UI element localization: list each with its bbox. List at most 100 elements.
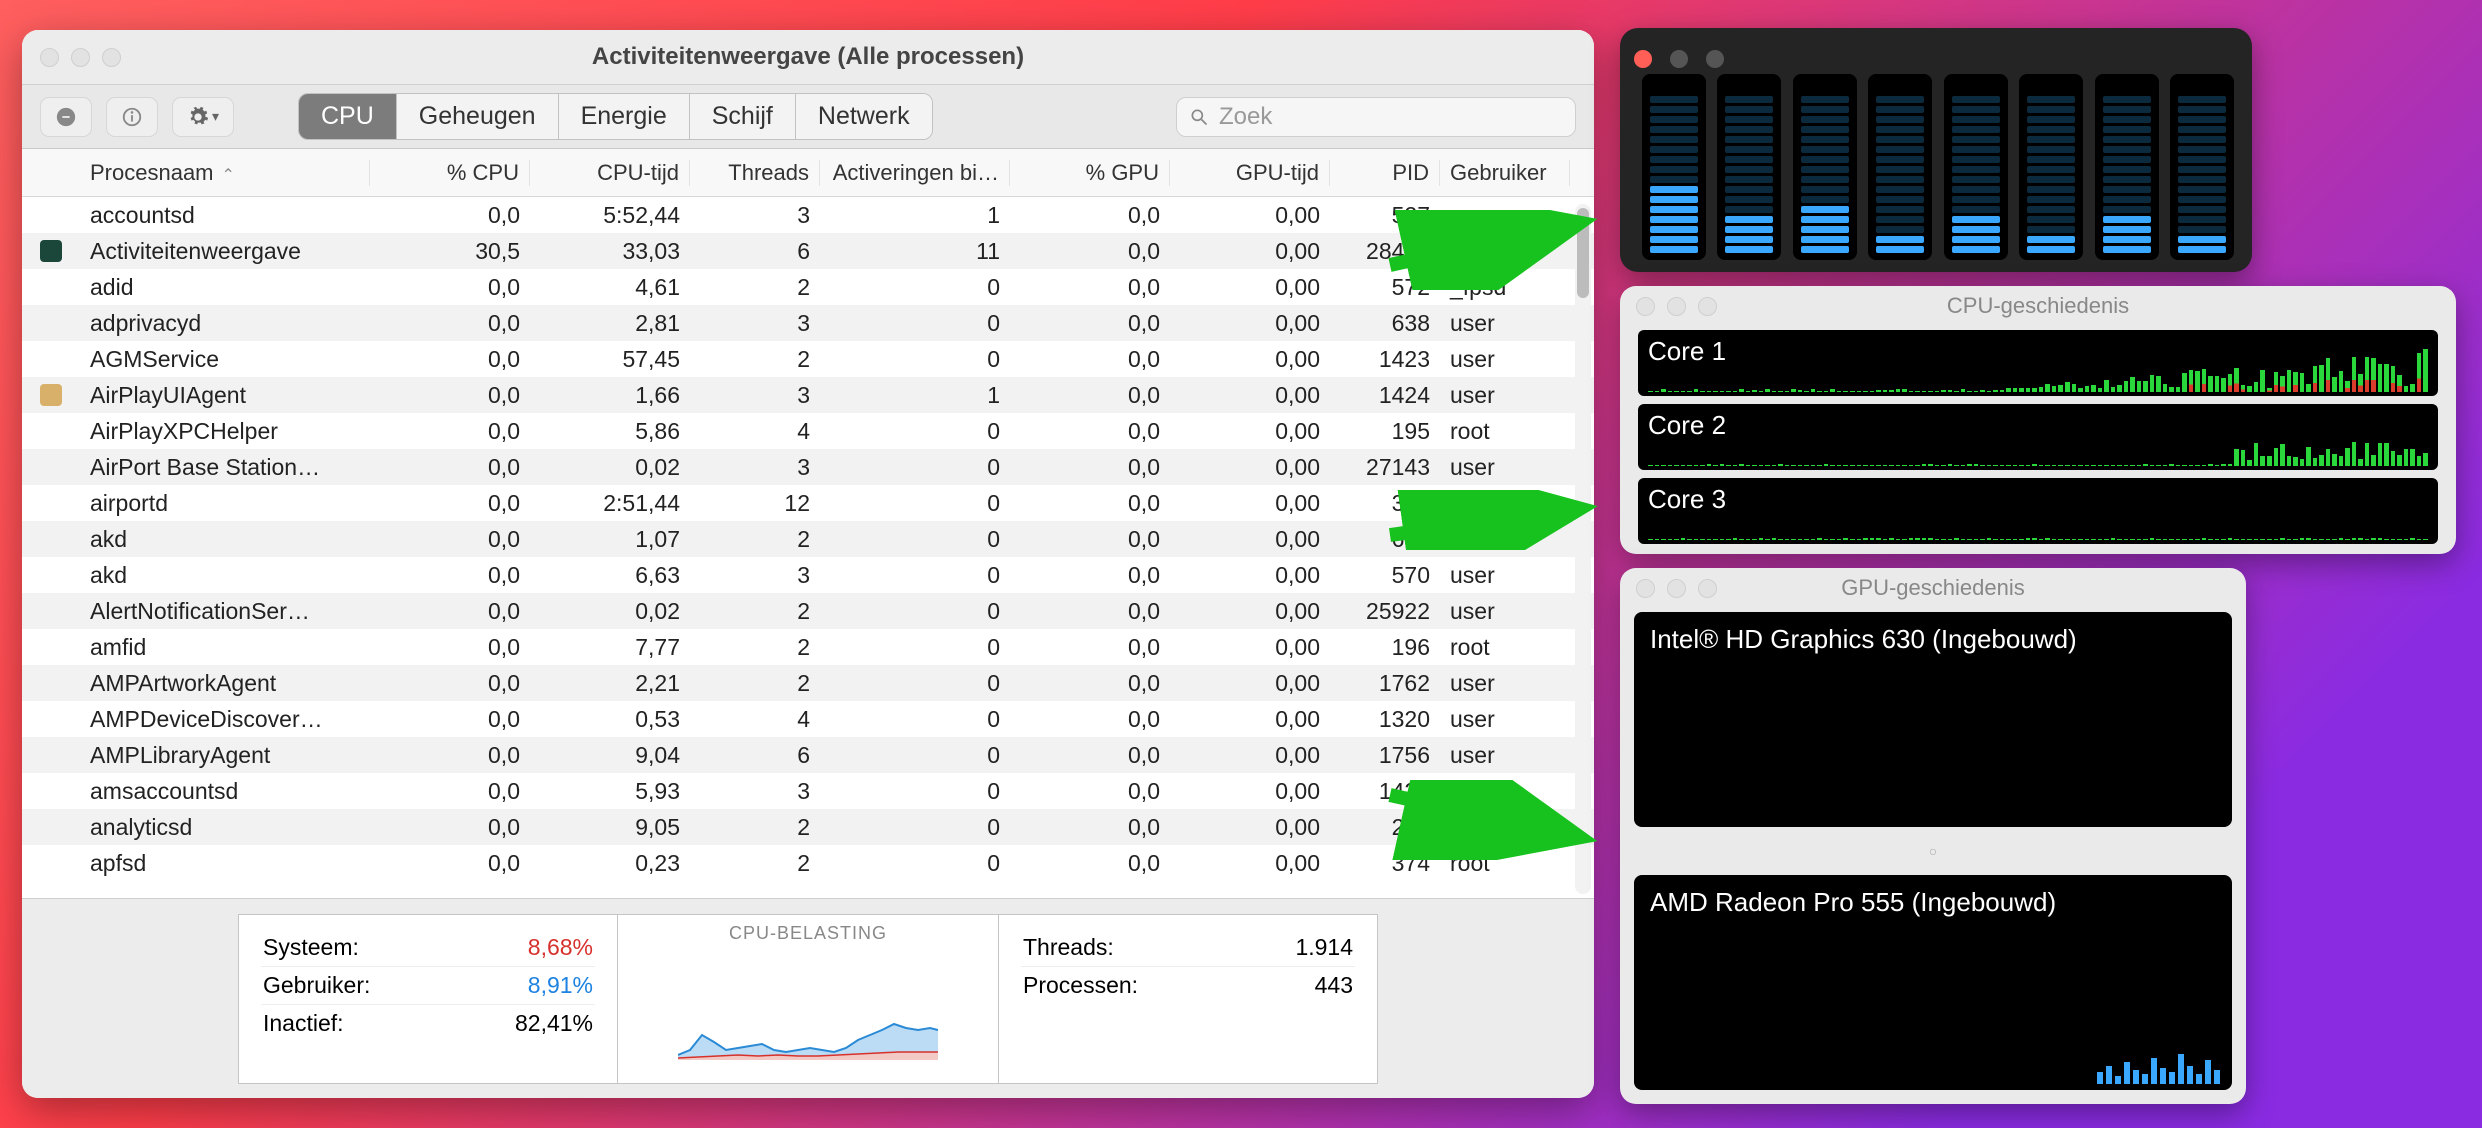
col-gpu[interactable]: % GPU [1010,160,1170,186]
col-user[interactable]: Gebruiker [1440,160,1570,186]
bar-segment [2027,186,2075,193]
process-table: Procesnaam⌃ % CPU CPU-tijd Threads Activ… [22,149,1594,898]
table-row[interactable]: AMPLibraryAgent0,09,04600,00,001756user [22,737,1594,773]
bar-segment [1876,246,1924,253]
tab-disk[interactable]: Schijf [690,94,796,139]
cell-pid: 196 [1330,634,1440,661]
table-row[interactable]: Activiteitenweergave30,533,036110,00,002… [22,233,1594,269]
col-gputime[interactable]: GPU-tijd [1170,160,1330,186]
bar-segment [1725,246,1773,253]
col-cpu[interactable]: % CPU [370,160,530,186]
col-processname[interactable]: Procesnaam⌃ [80,160,370,186]
table-row[interactable]: analyticsd0,09,05200,00,00243_analyticsd [22,809,1594,845]
cell-name: apfsd [80,850,370,877]
table-row[interactable]: amfid0,07,77200,00,00196root [22,629,1594,665]
cell-gputime: 0,00 [1170,634,1330,661]
cell-gpu: 0,0 [1010,382,1170,409]
minimize-icon[interactable] [1670,50,1688,68]
settings-menu-button[interactable]: ▾ [172,97,234,137]
cell-gpu: 0,0 [1010,490,1170,517]
col-threads[interactable]: Threads [690,160,820,186]
cell-user: user [1440,742,1570,769]
tab-memory[interactable]: Geheugen [397,94,559,139]
cell-pid: 527 [1330,202,1440,229]
table-row[interactable]: AirPlayUIAgent0,01,66310,00,001424user [22,377,1594,413]
bar-segment [1801,206,1849,213]
bar-segment [2103,96,2151,103]
cell-cpu: 0,0 [370,598,530,625]
bar-segment [2178,186,2226,193]
info-button[interactable] [106,97,158,137]
table-row[interactable]: AirPlayXPCHelper0,05,86400,00,00195root [22,413,1594,449]
stop-process-button[interactable] [40,97,92,137]
close-icon[interactable] [1634,50,1652,68]
scrollbar-thumb[interactable] [1577,208,1589,298]
table-row[interactable]: airportd0,02:51,441200,00,00312root [22,485,1594,521]
footer: Systeem:8,68% Gebruiker:8,91% Inactief:8… [22,898,1594,1098]
core-column [1868,74,1932,260]
cell-name: AMPArtworkAgent [80,670,370,697]
table-row[interactable]: adid0,04,61200,00,00572_fpsd [22,269,1594,305]
cell-gputime: 0,00 [1170,598,1330,625]
cell-user: root [1440,526,1570,553]
cell-threads: 3 [690,202,820,229]
search-input[interactable] [1219,103,1563,131]
tab-cpu[interactable]: CPU [299,94,397,139]
app-icon [40,384,62,406]
tab-energy[interactable]: Energie [559,94,690,139]
cpu-activity-floater[interactable] [1620,28,2252,272]
table-row[interactable]: AGMService0,057,45200,00,001423user [22,341,1594,377]
cell-gpu: 0,0 [1010,346,1170,373]
table-row[interactable]: AirPort Base Station…0,00,02300,00,00271… [22,449,1594,485]
cell-gpu: 0,0 [1010,850,1170,877]
table-row[interactable]: amsaccountsd0,05,93300,00,001428user [22,773,1594,809]
cell-user: root [1440,850,1570,877]
col-pid[interactable]: PID [1330,160,1440,186]
table-row[interactable]: apfsd0,00,23200,00,00374root [22,845,1594,881]
scrollbar[interactable] [1575,204,1591,894]
bar-segment [1650,186,1698,193]
cell-pid: 570 [1330,562,1440,589]
col-activations[interactable]: Activeringen bi… [820,160,1010,186]
table-row[interactable]: akd0,01,07200,00,00632root [22,521,1594,557]
table-body[interactable]: accountsd0,05:52,44310,00,00527userActiv… [22,197,1594,898]
cell-name: adid [80,274,370,301]
cell-cpu: 0,0 [370,418,530,445]
col-cputime[interactable]: CPU-tijd [530,160,690,186]
cell-threads: 2 [690,670,820,697]
bar-segment [1801,156,1849,163]
cell-user: user [1440,454,1570,481]
cell-name: analyticsd [80,814,370,841]
table-row[interactable]: AMPArtworkAgent0,02,21200,00,001762user [22,665,1594,701]
bar-segment [2103,186,2151,193]
cpu-load-chart: CPU-BELASTING [618,914,998,1084]
cell-gpu: 0,0 [1010,202,1170,229]
resize-handle-icon[interactable]: ○ [1634,843,2232,859]
bar-segment [2178,136,2226,143]
bar-segment [2178,216,2226,223]
table-row[interactable]: akd0,06,63300,00,00570user [22,557,1594,593]
search-field[interactable] [1176,97,1576,137]
bar-segment [2027,156,2075,163]
gpu-label: Intel® HD Graphics 630 (Ingebouwd) [1650,624,2216,655]
bar-segment [2027,246,2075,253]
cell-cputime: 9,05 [530,814,690,841]
table-row[interactable]: accountsd0,05:52,44310,00,00527user [22,197,1594,233]
tab-network[interactable]: Netwerk [796,94,932,139]
bar-segment [1801,96,1849,103]
cell-cpu: 0,0 [370,634,530,661]
table-row[interactable]: AlertNotificationSer…0,00,02200,00,00259… [22,593,1594,629]
bar-segment [1876,176,1924,183]
bar-segment [2103,136,2151,143]
bar-segment [1876,116,1924,123]
table-row[interactable]: AMPDeviceDiscover…0,00,53400,00,001320us… [22,701,1594,737]
cell-activ: 0 [820,526,1010,553]
maximize-icon[interactable] [1706,50,1724,68]
cell-user: user [1440,598,1570,625]
table-row[interactable]: adprivacyd0,02,81300,00,00638user [22,305,1594,341]
cpu-history-window[interactable]: CPU-geschiedenis Core 1Core 2Core 3 [1620,286,2456,554]
gpu-history-window[interactable]: GPU-geschiedenis Intel® HD Graphics 630 … [1620,568,2246,1104]
cell-pid: 1756 [1330,742,1440,769]
bar-segment [1952,206,2000,213]
cell-threads: 2 [690,526,820,553]
